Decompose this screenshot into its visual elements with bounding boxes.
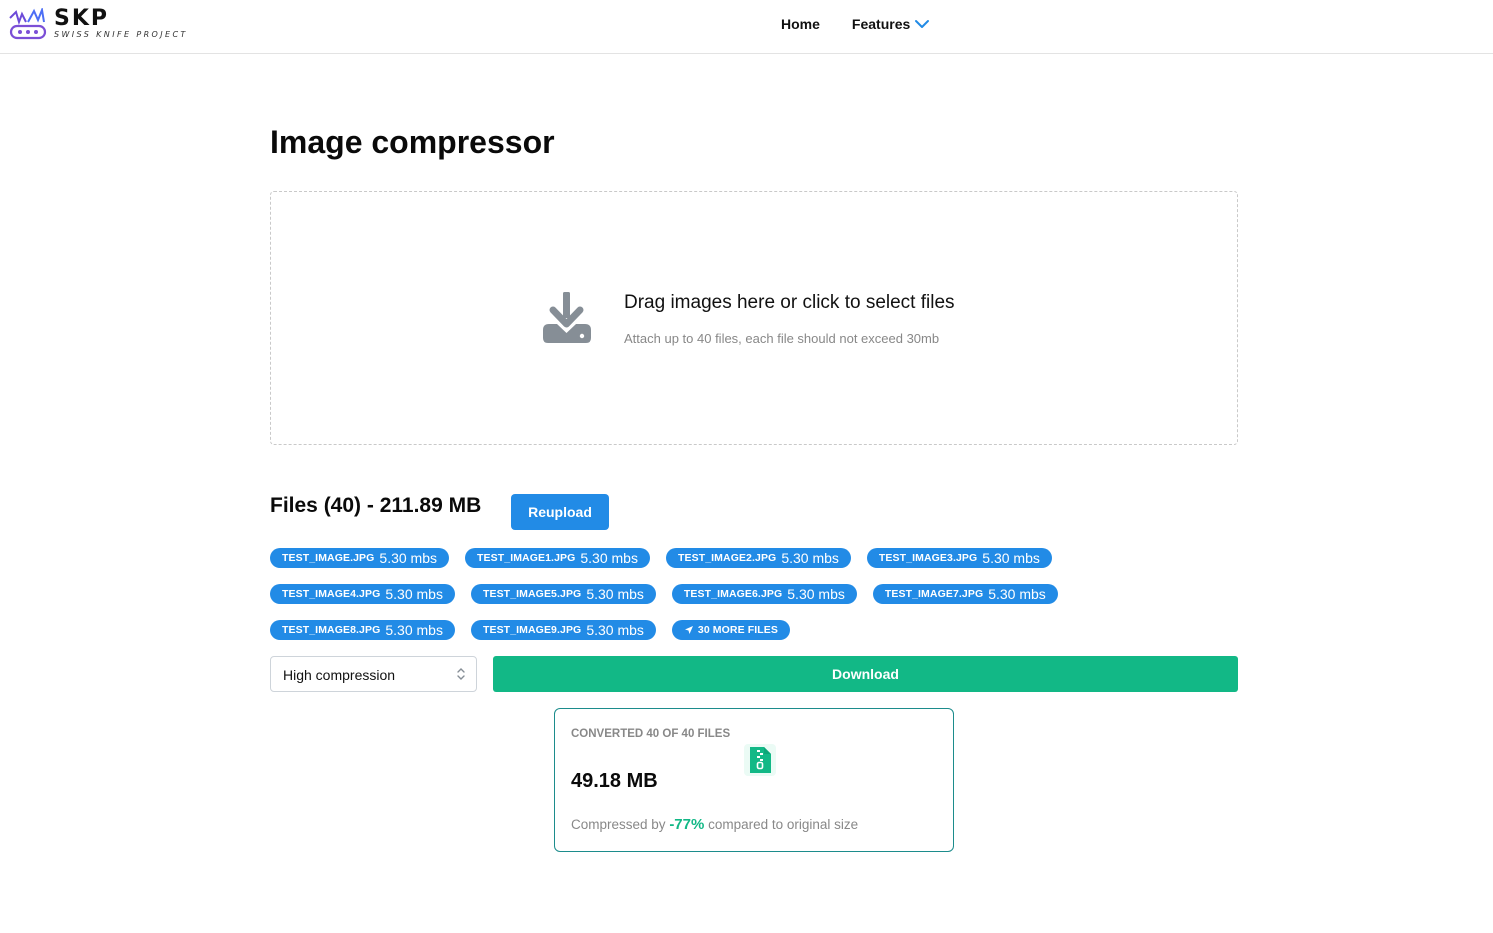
top-navbar: SKP SWISS KNIFE PROJECT Home Features: [0, 0, 1493, 54]
summary-prefix: Compressed by: [571, 817, 666, 832]
logo-subtitle: SWISS KNIFE PROJECT: [54, 30, 188, 39]
file-badge-size: 5.30 mbs: [586, 622, 644, 638]
logo[interactable]: SKP SWISS KNIFE PROJECT: [8, 6, 208, 46]
file-badge-name: test_image5.jpg: [482, 588, 582, 600]
file-badge-name: test_image7.jpg: [884, 588, 984, 600]
image-dropzone[interactable]: Drag images here or click to select file…: [270, 191, 1238, 445]
file-badge-name: test_image4.jpg: [282, 588, 381, 600]
download-tray-icon: [543, 292, 591, 343]
file-badge: test_image.jpg 5.30 mbs: [270, 548, 450, 568]
file-badge-name: test_image3.jpg: [878, 552, 978, 564]
compression-select[interactable]: High compression: [270, 656, 477, 692]
file-badge-size: 5.30 mbs: [385, 586, 443, 602]
file-badge: test_image5.jpg 5.30 mbs: [470, 584, 656, 604]
file-badge-size: 5.30 mbs: [379, 550, 438, 566]
compression-percent: -77%: [669, 816, 705, 833]
file-badge-size: 5.30 mbs: [385, 622, 443, 638]
nav-home-link[interactable]: Home: [781, 16, 820, 32]
file-badge: test_image3.jpg 5.30 mbs: [866, 548, 1052, 568]
summary-suffix: compared to original size: [708, 817, 859, 832]
file-badge-name: test_image9.jpg: [482, 624, 582, 636]
compression-result-card: Converted 40 of 40 files 49.18 MB Compre…: [554, 708, 954, 852]
arrow-up-right-icon: [684, 626, 693, 634]
file-badge-name: test_image6.jpg: [683, 588, 783, 600]
compression-select-value: High compression: [283, 667, 396, 683]
files-heading: Files (40) - 211.89 MB: [270, 494, 482, 517]
nav-features-label: Features: [851, 16, 911, 32]
file-badge-size: 5.30 mbs: [787, 586, 845, 602]
file-badge: test_image4.jpg 5.30 mbs: [270, 584, 455, 604]
compression-summary: Compressed by -77% compared to original …: [571, 816, 858, 833]
file-badge-name: test_image8.jpg: [282, 624, 381, 636]
file-badges-row: test_image4.jpg 5.30 mbs test_image5.jpg 5…: [270, 584, 1074, 604]
dropzone-title: Drag images here or click to select file…: [624, 292, 955, 313]
file-badges-row: test_image8.jpg 5.30 mbs test_image9.jpg 5…: [270, 620, 806, 640]
file-badge-size: 5.30 mbs: [586, 586, 644, 602]
file-badge: test_image1.jpg 5.30 mbs: [465, 548, 650, 568]
up-down-caret-icon: [457, 668, 465, 680]
file-badge: test_image2.jpg 5.30 mbs: [665, 548, 851, 568]
zip-file-icon-wrapper: [744, 744, 776, 776]
dropzone-subtitle: Attach up to 40 files, each file should …: [624, 331, 940, 346]
file-badge-size: 5.30 mbs: [781, 550, 839, 566]
file-badge: test_image6.jpg 5.30 mbs: [671, 584, 857, 604]
more-files-label: 30 more files: [697, 624, 778, 636]
more-files-badge[interactable]: 30 more files: [671, 620, 790, 640]
logo-text: SKP: [54, 6, 110, 31]
file-badge-size: 5.30 mbs: [982, 550, 1040, 566]
main-nav: Home Features: [781, 16, 930, 32]
file-badge-name: test_image1.jpg: [477, 552, 576, 564]
file-badge: test_image8.jpg 5.30 mbs: [270, 620, 455, 640]
file-badge-size: 5.30 mbs: [988, 586, 1046, 602]
download-button[interactable]: Download: [493, 656, 1238, 692]
chevron-down-icon: [915, 20, 930, 28]
nav-features-dropdown[interactable]: Features: [852, 16, 930, 32]
swiss-knife-logo-icon: [9, 8, 47, 40]
zip-file-icon: [750, 747, 771, 773]
file-badge-name: test_image.jpg: [282, 552, 375, 564]
converted-count-label: Converted 40 of 40 files: [571, 728, 731, 740]
file-badge-size: 5.30 mbs: [580, 550, 638, 566]
file-badge: test_image9.jpg 5.30 mbs: [470, 620, 656, 640]
file-badges-row: test_image.jpg 5.30 mbs test_image1.jpg 5.…: [270, 548, 1068, 568]
compressed-size-value: 49.18 MB: [571, 770, 658, 792]
page-title: Image compressor: [270, 124, 555, 160]
reupload-button[interactable]: Reupload: [511, 494, 609, 530]
file-badge: test_image7.jpg 5.30 mbs: [872, 584, 1058, 604]
file-badge-name: test_image2.jpg: [677, 552, 777, 564]
